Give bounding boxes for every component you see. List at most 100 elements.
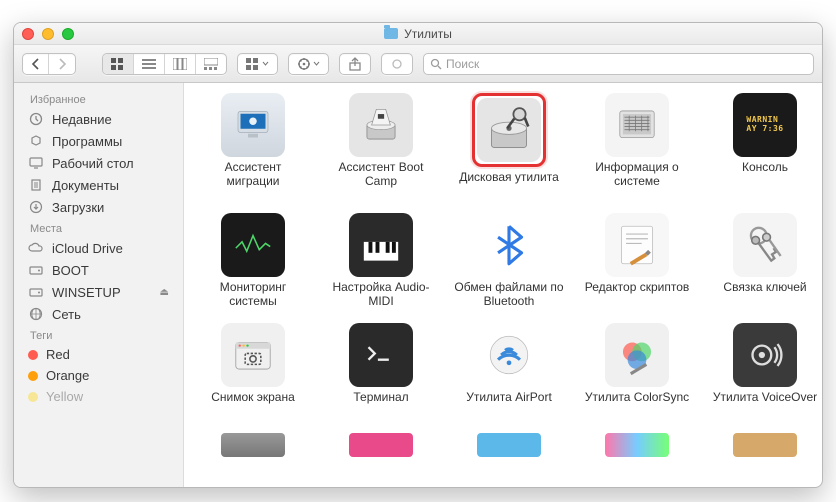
app-label: Консоль (742, 161, 788, 189)
icon-view-button[interactable] (103, 54, 134, 74)
airport-icon (477, 323, 541, 387)
tag-dot-icon (28, 392, 38, 402)
sidebar-item-icloud[interactable]: iCloud Drive (14, 237, 183, 259)
app-console[interactable]: WARNIN AY 7:36 Консоль (710, 93, 820, 199)
sidebar-label: BOOT (52, 263, 89, 278)
app-label: Снимок экрана (211, 391, 295, 419)
app-terminal[interactable]: Терминал (326, 323, 436, 419)
app-label: Утилита VoiceOver (713, 391, 817, 419)
sidebar-item-downloads[interactable]: Загрузки (14, 196, 183, 218)
gallery-view-button[interactable] (196, 54, 226, 74)
close-button[interactable] (22, 28, 34, 40)
folder-icon (384, 28, 398, 39)
partial-icon (733, 433, 797, 457)
toolbar: Поиск (14, 45, 822, 83)
sidebar-label: Сеть (52, 307, 81, 322)
window-title: Утилиты (404, 27, 452, 41)
minimize-button[interactable] (42, 28, 54, 40)
sidebar-label: Orange (46, 368, 89, 383)
back-button[interactable] (23, 54, 49, 74)
clock-icon (28, 111, 44, 127)
sidebar-item-boot[interactable]: BOOT (14, 259, 183, 281)
search-field[interactable]: Поиск (423, 53, 814, 75)
app-label: Информация о системе (582, 161, 692, 189)
column-view-button[interactable] (165, 54, 196, 74)
group-menu[interactable] (237, 53, 278, 75)
search-placeholder: Поиск (446, 57, 479, 71)
forward-button[interactable] (49, 54, 75, 74)
sidebar-item-desktop[interactable]: Рабочий стол (14, 152, 183, 174)
sidebar-tag-yellow[interactable]: Yellow (14, 386, 183, 407)
search-icon (430, 58, 442, 70)
downloads-icon (28, 199, 44, 215)
tags-button[interactable] (381, 53, 413, 75)
eject-icon[interactable]: ⏏ (160, 287, 169, 298)
app-airport[interactable]: Утилита AirPort (454, 323, 564, 419)
sidebar-item-network[interactable]: Сеть (14, 303, 183, 325)
console-icon: WARNIN AY 7:36 (733, 93, 797, 157)
app-screenshot[interactable]: Снимок экрана (198, 323, 308, 419)
sidebar-label: Red (46, 347, 70, 362)
app-keychain[interactable]: Связка ключей (710, 213, 820, 309)
sidebar-item-documents[interactable]: Документы (14, 174, 183, 196)
finder-window: Утилиты (13, 22, 823, 488)
sidebar-section-favorites: Избранное (14, 89, 183, 108)
bluetooth-icon (477, 213, 541, 277)
sidebar-label: Недавние (52, 112, 112, 127)
app-system-info[interactable]: Информация о системе (582, 93, 692, 199)
sidebar-item-applications[interactable]: Программы (14, 130, 183, 152)
script-icon (605, 213, 669, 277)
content-area: Ассистент миграции Ассистент Boot Camp (184, 83, 822, 487)
app-label: Обмен файлами по Bluetooth (454, 281, 564, 309)
activity-icon (221, 213, 285, 277)
app-migration-assistant[interactable]: Ассистент миграции (198, 93, 308, 199)
app-activity-monitor[interactable]: Мониторинг системы (198, 213, 308, 309)
app-partial-2[interactable] (326, 433, 436, 457)
bootcamp-icon (349, 93, 413, 157)
partial-icon (221, 433, 285, 457)
partial-icon (605, 433, 669, 457)
voiceover-icon (733, 323, 797, 387)
app-label: Утилита AirPort (466, 391, 552, 419)
app-partial-5[interactable] (710, 433, 820, 457)
screenshot-icon (221, 323, 285, 387)
app-label: Ассистент Boot Camp (326, 161, 436, 189)
app-audio-midi[interactable]: Настройка Audio-MIDI (326, 213, 436, 309)
app-label: Дисковая утилита (459, 171, 559, 199)
documents-icon (28, 177, 44, 193)
keychain-icon (733, 213, 797, 277)
sidebar-section-tags: Теги (14, 325, 183, 344)
disk-icon (28, 284, 44, 300)
midi-icon (349, 213, 413, 277)
app-disk-utility[interactable]: Дисковая утилита (454, 93, 564, 199)
app-partial-3[interactable] (454, 433, 564, 457)
app-bootcamp[interactable]: Ассистент Boot Camp (326, 93, 436, 199)
sidebar-item-recents[interactable]: Недавние (14, 108, 183, 130)
share-button[interactable] (339, 53, 371, 75)
sidebar-label: Yellow (46, 389, 83, 404)
app-partial-4[interactable] (582, 433, 692, 457)
app-bluetooth-exchange[interactable]: Обмен файлами по Bluetooth (454, 213, 564, 309)
globe-icon (28, 306, 44, 322)
action-menu[interactable] (288, 53, 329, 75)
maximize-button[interactable] (62, 28, 74, 40)
list-view-button[interactable] (134, 54, 165, 74)
desktop-icon (28, 155, 44, 171)
app-partial-1[interactable] (198, 433, 308, 457)
sidebar-tag-orange[interactable]: Orange (14, 365, 183, 386)
app-label: Утилита ColorSync (585, 391, 689, 419)
app-script-editor[interactable]: Редактор скриптов (582, 213, 692, 309)
app-voiceover[interactable]: Утилита VoiceOver (710, 323, 820, 419)
sidebar: Избранное Недавние Программы Рабочий сто… (14, 83, 184, 487)
sidebar-label: Загрузки (52, 200, 104, 215)
disk-utility-icon (477, 98, 541, 162)
sidebar-tag-red[interactable]: Red (14, 344, 183, 365)
app-label: Редактор скриптов (585, 281, 690, 309)
app-label: Ассистент миграции (198, 161, 308, 189)
app-label: Настройка Audio-MIDI (326, 281, 436, 309)
view-switcher (102, 53, 227, 75)
app-colorsync[interactable]: Утилита ColorSync (582, 323, 692, 419)
app-label: Терминал (353, 391, 408, 419)
sidebar-item-winsetup[interactable]: WINSETUP ⏏ (14, 281, 183, 303)
sysinfo-icon (605, 93, 669, 157)
